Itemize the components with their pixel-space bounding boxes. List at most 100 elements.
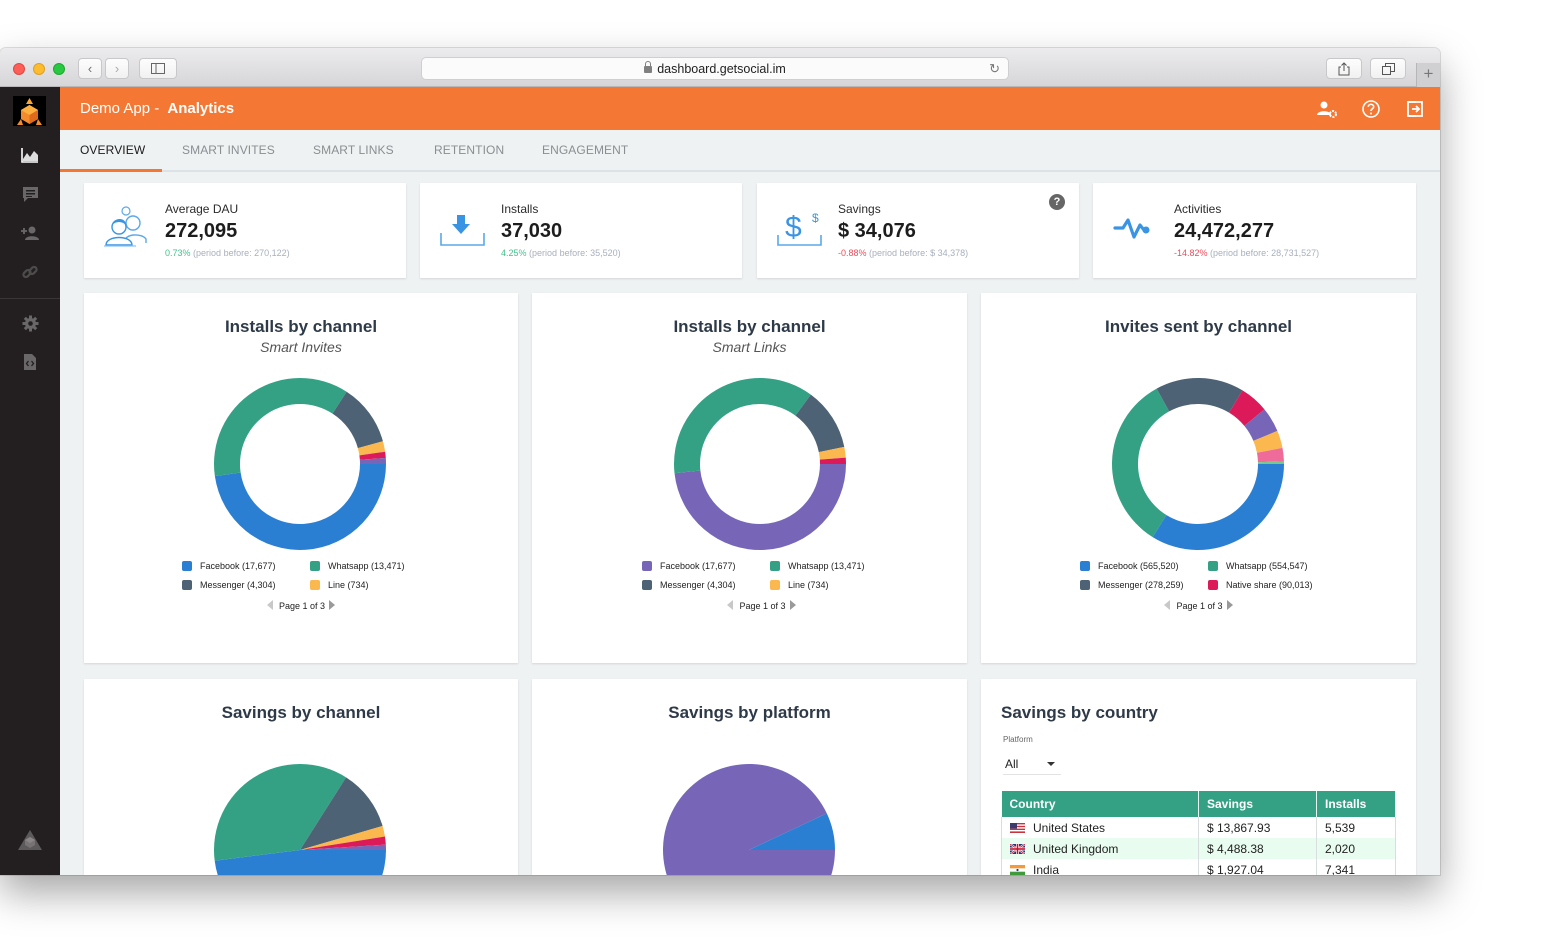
- add-user-icon: [21, 226, 39, 240]
- pager-label: Page 1 of 3: [739, 601, 786, 611]
- next-page-icon[interactable]: [329, 600, 336, 610]
- browser-window: ‹ › dashboard.getsocial.im ↻ + Demo App …: [0, 48, 1440, 875]
- sidebar-item-links[interactable]: [18, 260, 42, 284]
- minimize-window-button[interactable]: [33, 63, 45, 75]
- stat-card-average-dau: Average DAU 272,095 0.73% (period before…: [84, 183, 406, 278]
- installs-cell: 2,020: [1316, 838, 1396, 859]
- logout-button[interactable]: [1404, 98, 1426, 120]
- prev-page-icon[interactable]: [1164, 600, 1171, 610]
- pie-slice-platform-a[interactable]: [663, 764, 835, 875]
- stat-delta-percent: -0.88%: [838, 248, 867, 258]
- next-page-icon[interactable]: [1226, 600, 1233, 610]
- savings-cell: $ 13,867.93: [1198, 817, 1317, 838]
- reload-icon[interactable]: ↻: [989, 61, 1000, 77]
- legend-item[interactable]: Whatsapp (13,471): [770, 561, 865, 571]
- savings-cell: $ 1,927.04: [1198, 859, 1317, 875]
- stat-delta: 0.73% (period before: 270,122): [165, 248, 290, 258]
- legend-item[interactable]: Messenger (278,259): [1080, 580, 1184, 590]
- link-icon: [22, 265, 38, 279]
- sidebar-item-settings[interactable]: [18, 311, 42, 335]
- logo-icon: [17, 98, 42, 125]
- address-bar[interactable]: dashboard.getsocial.im ↻: [421, 57, 1009, 80]
- savings-cell: $ 4,488.38: [1198, 838, 1317, 859]
- legend-item[interactable]: Facebook (565,520): [1080, 561, 1179, 571]
- download-icon: [438, 203, 490, 251]
- stat-previous: (period before: 270,122): [193, 248, 290, 258]
- svg-text:$: $: [812, 211, 819, 225]
- platform-select[interactable]: All: [1003, 753, 1061, 775]
- pie-slice-facebook[interactable]: [674, 464, 846, 550]
- stat-card-savings: $ $ Savings $ 34,076 -0.88% (period befo…: [757, 183, 1079, 278]
- legend-swatch: [182, 580, 192, 590]
- stat-value: $ 34,076: [838, 220, 916, 242]
- app-logo[interactable]: [13, 96, 46, 126]
- pie-slice-whatsapp[interactable]: [1112, 388, 1170, 538]
- prev-page-icon[interactable]: [727, 600, 734, 610]
- prev-page-icon[interactable]: [266, 600, 273, 610]
- dollar-icon: $ $: [775, 203, 827, 251]
- new-tab-button[interactable]: +: [1416, 63, 1440, 87]
- zoom-window-button[interactable]: [53, 63, 65, 75]
- sidebar-item-messages[interactable]: [18, 182, 42, 206]
- sidebar-item-analytics[interactable]: [18, 143, 42, 167]
- back-button[interactable]: ‹: [78, 58, 102, 79]
- column-header-installs[interactable]: Installs: [1316, 791, 1396, 817]
- column-header-savings[interactable]: Savings: [1198, 791, 1317, 817]
- legend-label: Whatsapp (554,547): [1226, 561, 1308, 571]
- stat-value: 37,030: [501, 220, 563, 242]
- tab-smart-links[interactable]: SMART LINKS: [313, 143, 394, 157]
- table-row[interactable]: United Kingdom $ 4,488.38 2,020: [1001, 838, 1396, 859]
- help-button[interactable]: [1360, 98, 1382, 120]
- legend-item[interactable]: Line (734): [770, 580, 829, 590]
- tab-retention[interactable]: RETENTION: [434, 143, 504, 157]
- chevron-right-icon: ›: [114, 61, 120, 76]
- sidebar-item-invites[interactable]: [18, 221, 42, 245]
- table-row[interactable]: India $ 1,927.04 7,341: [1001, 859, 1396, 875]
- savings-by-country-card: Savings by country Platform All Country …: [981, 679, 1416, 875]
- pie-slice-messenger[interactable]: [1156, 378, 1243, 413]
- country-name: United Kingdom: [1033, 841, 1119, 856]
- legend-label: Line (734): [788, 580, 829, 590]
- legend-item[interactable]: Facebook (17,677): [642, 561, 736, 571]
- legend-item[interactable]: Messenger (4,304): [182, 580, 276, 590]
- legend-swatch: [182, 561, 192, 571]
- getsocial-logo-icon: [18, 830, 42, 850]
- stat-delta: -14.82% (period before: 28,731,527): [1174, 248, 1319, 258]
- chart-card-savings-by-platform: Savings by platform: [532, 679, 967, 875]
- lock-icon: [644, 61, 653, 73]
- tab-smart-invites[interactable]: SMART INVITES: [182, 143, 275, 157]
- legend-pager: Page 1 of 3: [84, 600, 518, 611]
- user-settings-button[interactable]: [1316, 98, 1338, 120]
- forward-button[interactable]: ›: [105, 58, 129, 79]
- platform-select-value: All: [1005, 757, 1019, 771]
- active-tab-indicator: [60, 169, 162, 172]
- column-header-country[interactable]: Country: [1001, 791, 1199, 817]
- next-page-icon[interactable]: [789, 600, 796, 610]
- stat-delta-percent: -14.82%: [1174, 248, 1208, 258]
- sidebar-item-sdk[interactable]: [18, 350, 42, 374]
- legend-item[interactable]: Whatsapp (554,547): [1208, 561, 1308, 571]
- legend-item[interactable]: Facebook (17,677): [182, 561, 276, 571]
- table-row[interactable]: United States $ 13,867.93 5,539: [1001, 817, 1396, 838]
- legend-label: Messenger (278,259): [1098, 580, 1184, 590]
- pie-slice-facebook[interactable]: [214, 464, 386, 550]
- legend-swatch: [642, 580, 652, 590]
- pie-slice-whatsapp[interactable]: [674, 378, 811, 474]
- help-tooltip-icon[interactable]: ?: [1049, 194, 1065, 210]
- legend-item[interactable]: Line (734): [310, 580, 369, 590]
- legend-item[interactable]: Native share (90,013): [1208, 580, 1313, 590]
- close-window-button[interactable]: [13, 63, 25, 75]
- legend-item[interactable]: Whatsapp (13,471): [310, 561, 405, 571]
- logout-icon: [1407, 101, 1423, 117]
- users-icon: [102, 203, 154, 251]
- tab-engagement[interactable]: ENGAGEMENT: [542, 143, 628, 157]
- pie-slice-whatsapp[interactable]: [214, 378, 347, 477]
- share-button[interactable]: [1326, 58, 1362, 79]
- pager-label: Page 1 of 3: [1176, 601, 1223, 611]
- sidebar-toggle-button[interactable]: [139, 58, 177, 79]
- brand-footer-logo: [16, 828, 44, 852]
- pie-slice-facebook[interactable]: [1152, 464, 1284, 550]
- tab-overview[interactable]: OVERVIEW: [80, 143, 145, 157]
- tabs-overview-button[interactable]: [1370, 58, 1406, 79]
- legend-item[interactable]: Messenger (4,304): [642, 580, 736, 590]
